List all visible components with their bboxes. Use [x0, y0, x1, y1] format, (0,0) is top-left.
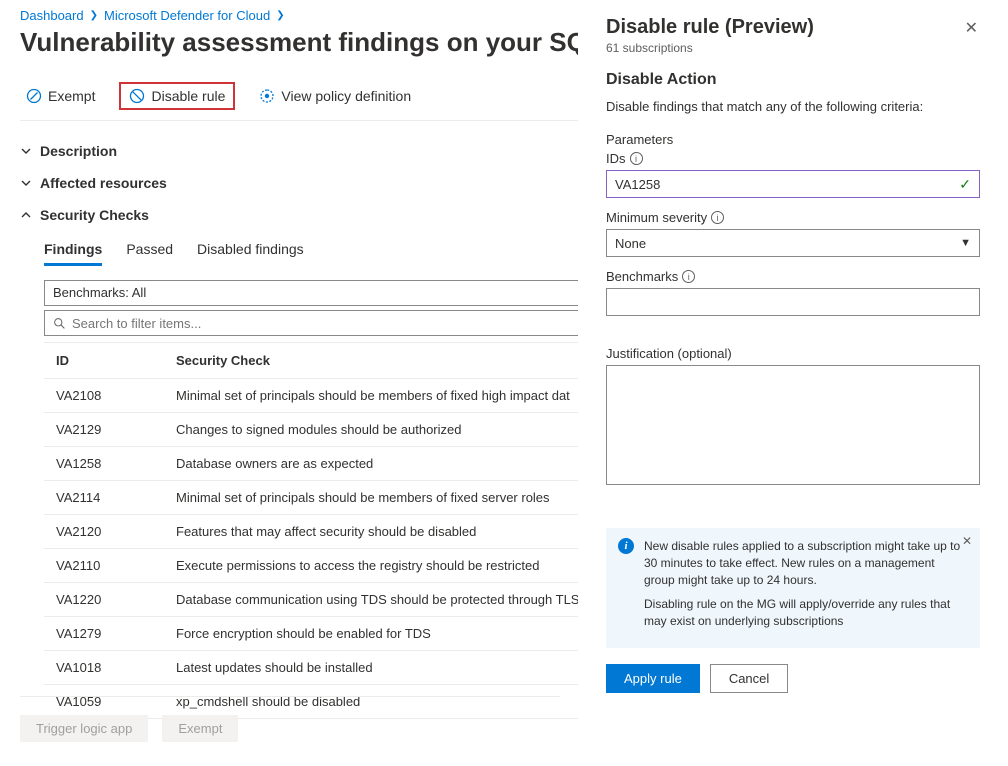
cell-id: VA1279	[44, 617, 164, 651]
min-severity-select[interactable]: None ▼	[606, 229, 980, 257]
col-id[interactable]: ID	[44, 343, 164, 379]
info-banner: i New disable rules applied to a subscri…	[606, 528, 980, 648]
breadcrumb-link-dashboard[interactable]: Dashboard	[20, 8, 84, 23]
panel-action-desc: Disable findings that match any of the f…	[606, 99, 980, 114]
cell-id: VA2108	[44, 379, 164, 413]
exempt-button[interactable]: Exempt	[20, 84, 101, 108]
chevron-down-icon: ▼	[960, 237, 971, 249]
disable-icon	[129, 88, 145, 104]
section-affected-label: Affected resources	[40, 175, 167, 191]
cancel-button[interactable]: Cancel	[710, 664, 788, 693]
close-icon[interactable]: ✕	[962, 534, 972, 548]
checkmark-icon: ✓	[959, 176, 971, 193]
panel-action-heading: Disable Action	[606, 71, 980, 89]
section-checks-label: Security Checks	[40, 207, 149, 223]
parameters-label: Parameters	[606, 132, 980, 147]
apply-rule-button[interactable]: Apply rule	[606, 664, 700, 693]
bottom-actions: Trigger logic app Exempt	[20, 696, 560, 742]
trigger-logic-app-button[interactable]: Trigger logic app	[20, 715, 148, 742]
breadcrumb-link-defender[interactable]: Microsoft Defender for Cloud	[104, 8, 270, 23]
info-icon: i	[618, 538, 634, 554]
cell-id: VA2129	[44, 413, 164, 447]
cell-id: VA1258	[44, 447, 164, 481]
chevron-down-icon	[20, 177, 32, 189]
exempt-label: Exempt	[48, 88, 95, 104]
panel-title: Disable rule (Preview)	[606, 16, 814, 39]
exempt-icon	[26, 88, 42, 104]
cell-id: VA2120	[44, 515, 164, 549]
chevron-down-icon	[20, 145, 32, 157]
cell-id: VA1220	[44, 583, 164, 617]
section-description-label: Description	[40, 143, 117, 159]
info-icon[interactable]: i	[630, 152, 643, 165]
cell-id: VA2114	[44, 481, 164, 515]
min-severity-value: None	[615, 236, 646, 251]
justification-label: Justification (optional)	[606, 346, 980, 361]
benchmarks-label: Benchmarks i	[606, 269, 980, 284]
search-icon	[53, 317, 66, 330]
chevron-right-icon: ❯	[90, 10, 98, 21]
tab-passed[interactable]: Passed	[126, 235, 173, 266]
banner-text-2: Disabling rule on the MG will apply/over…	[644, 596, 968, 630]
chevron-right-icon: ❯	[276, 10, 284, 21]
min-severity-label: Minimum severity i	[606, 210, 980, 225]
close-icon[interactable]: ✕	[963, 16, 980, 40]
panel-subtitle: 61 subscriptions	[606, 41, 814, 55]
disable-rule-button[interactable]: Disable rule	[119, 82, 235, 110]
benchmarks-input[interactable]	[606, 288, 980, 316]
view-policy-label: View policy definition	[281, 88, 411, 104]
justification-textarea[interactable]	[606, 365, 980, 485]
info-icon[interactable]: i	[682, 270, 695, 283]
ids-input[interactable]: VA1258 ✓	[606, 170, 980, 198]
info-icon[interactable]: i	[711, 211, 724, 224]
policy-icon	[259, 88, 275, 104]
tab-findings[interactable]: Findings	[44, 235, 102, 266]
cell-id: VA2110	[44, 549, 164, 583]
disable-rule-label: Disable rule	[151, 88, 225, 104]
exempt-bottom-button[interactable]: Exempt	[162, 715, 238, 742]
tab-disabled[interactable]: Disabled findings	[197, 235, 304, 266]
disable-rule-panel: Disable rule (Preview) 61 subscriptions …	[578, 0, 1008, 766]
view-policy-button[interactable]: View policy definition	[253, 84, 417, 108]
banner-text-1: New disable rules applied to a subscript…	[644, 538, 968, 588]
ids-label: IDs i	[606, 151, 980, 166]
ids-value: VA1258	[615, 177, 660, 192]
cell-id: VA1018	[44, 651, 164, 685]
chevron-up-icon	[20, 209, 32, 221]
